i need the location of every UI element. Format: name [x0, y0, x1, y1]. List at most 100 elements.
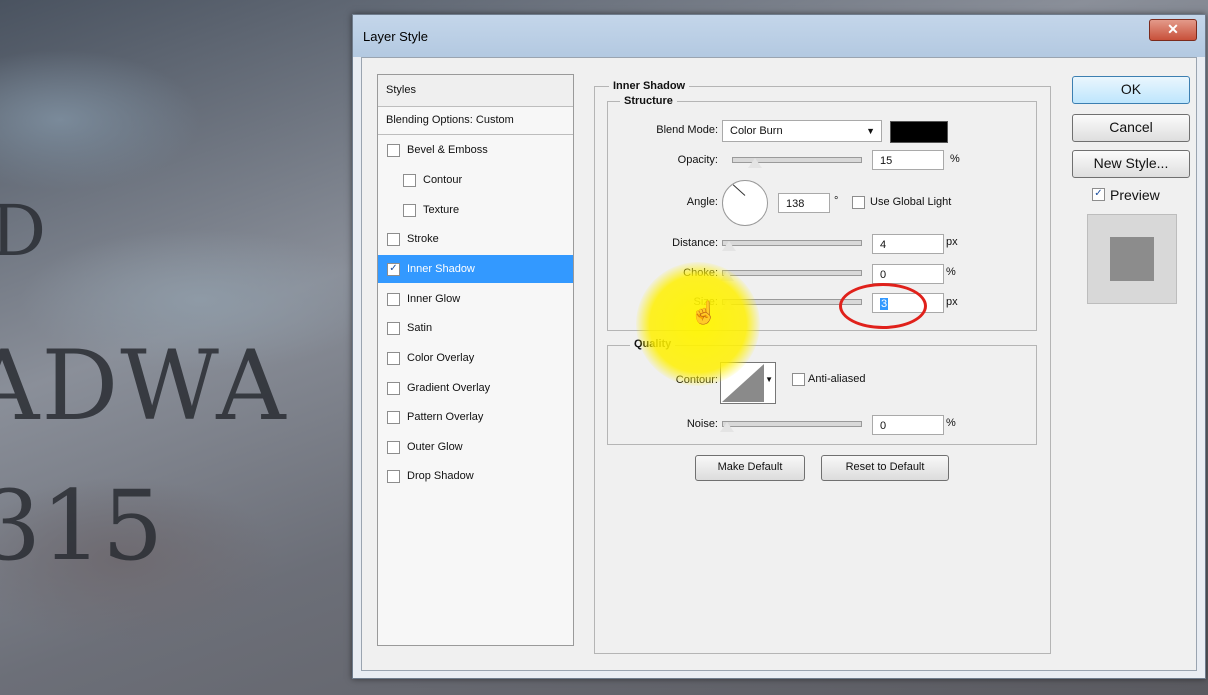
- bevel-emboss-checkbox[interactable]: [387, 144, 400, 157]
- noise-slider[interactable]: [722, 421, 862, 427]
- anti-aliased-checkbox[interactable]: [792, 373, 805, 386]
- opacity-label: Opacity:: [677, 154, 718, 166]
- style-item-gradient-overlay[interactable]: Gradient Overlay: [378, 374, 573, 402]
- preview-label: Preview: [1110, 187, 1160, 203]
- style-item-label: Drop Shadow: [407, 470, 474, 482]
- style-item-contour[interactable]: Contour: [378, 166, 573, 194]
- blend-mode-label: Blend Mode:: [656, 124, 718, 136]
- gradient-overlay-checkbox[interactable]: [387, 382, 400, 395]
- chevron-down-icon: ▼: [866, 126, 875, 136]
- distance-slider[interactable]: [722, 240, 862, 246]
- style-item-bevel-emboss[interactable]: Bevel & Emboss: [378, 136, 573, 164]
- outer-glow-checkbox[interactable]: [387, 441, 400, 454]
- noise-label: Noise:: [686, 418, 718, 430]
- window-title: Layer Style: [363, 29, 429, 44]
- distance-unit: px: [946, 236, 958, 248]
- style-item-label: Inner Glow: [407, 293, 461, 305]
- choke-slider[interactable]: [722, 270, 862, 276]
- inner-shadow-checkbox[interactable]: ✓: [387, 263, 400, 276]
- styles-header-label: Styles: [386, 84, 416, 96]
- close-button[interactable]: ✕: [1149, 19, 1197, 41]
- dialog-body: Styles Blending Options: Custom Bevel & …: [361, 57, 1197, 671]
- title-bar[interactable]: Layer Style ✕: [353, 15, 1205, 57]
- background-text-side: D: [0, 190, 47, 272]
- angle-unit: °: [834, 195, 839, 207]
- distance-input[interactable]: 4: [872, 234, 944, 254]
- opacity-input[interactable]: 15: [872, 150, 944, 170]
- annotation-circle: [839, 283, 927, 329]
- distance-value: 4: [880, 239, 887, 251]
- style-item-drop-shadow[interactable]: Drop Shadow: [378, 462, 573, 490]
- styles-list: Styles Blending Options: Custom Bevel & …: [377, 74, 574, 646]
- angle-dial[interactable]: [722, 180, 768, 226]
- noise-value: 0: [880, 420, 887, 432]
- distance-slider-thumb[interactable]: [722, 241, 736, 251]
- pattern-overlay-checkbox[interactable]: [387, 411, 400, 424]
- blending-options-item[interactable]: Blending Options: Custom: [378, 106, 573, 135]
- style-item-inner-glow[interactable]: Inner Glow: [378, 285, 573, 313]
- opacity-slider-thumb[interactable]: [748, 158, 762, 168]
- choke-input[interactable]: 0: [872, 264, 944, 284]
- close-icon: ✕: [1167, 21, 1179, 37]
- use-global-light-label: Use Global Light: [870, 196, 952, 208]
- contour-checkbox[interactable]: [403, 174, 416, 187]
- style-item-label: Pattern Overlay: [407, 411, 484, 423]
- style-item-stroke[interactable]: Stroke: [378, 225, 573, 253]
- preview-thumbnail: [1087, 214, 1177, 304]
- noise-slider-thumb[interactable]: [720, 422, 734, 432]
- blend-color-swatch[interactable]: [890, 121, 948, 143]
- style-item-label: Stroke: [407, 233, 439, 245]
- blending-options-label: Blending Options: Custom: [386, 114, 514, 126]
- blend-mode-select[interactable]: Color Burn ▼: [722, 120, 882, 142]
- hand-cursor-icon: ☝: [690, 300, 718, 325]
- blend-mode-value: Color Burn: [730, 125, 783, 137]
- style-item-label: Inner Shadow: [407, 263, 475, 275]
- anti-aliased-label: Anti-aliased: [808, 373, 866, 385]
- opacity-unit: %: [950, 153, 960, 165]
- angle-dial-needle: [732, 184, 746, 196]
- styles-header[interactable]: Styles: [378, 75, 573, 107]
- style-item-label: Texture: [423, 204, 460, 216]
- stroke-checkbox[interactable]: [387, 233, 400, 246]
- style-item-label: Outer Glow: [407, 441, 463, 453]
- angle-input[interactable]: 138: [778, 193, 830, 213]
- style-item-label: Bevel & Emboss: [407, 144, 488, 156]
- style-item-texture[interactable]: Texture: [378, 196, 573, 224]
- cancel-button[interactable]: Cancel: [1072, 114, 1190, 142]
- choke-unit: %: [946, 266, 956, 278]
- angle-label: Angle:: [686, 196, 718, 208]
- inner-glow-checkbox[interactable]: [387, 293, 400, 306]
- style-item-label: Color Overlay: [407, 352, 475, 364]
- distance-label: Distance:: [672, 237, 718, 249]
- texture-checkbox[interactable]: [403, 204, 416, 217]
- preview-checkbox[interactable]: ✓: [1092, 188, 1105, 201]
- new-style-button[interactable]: New Style...: [1072, 150, 1190, 178]
- style-item-label: Contour: [423, 174, 463, 186]
- angle-value: 138: [786, 198, 805, 210]
- background-text-line1: ADWA: [0, 330, 288, 442]
- style-item-outer-glow[interactable]: Outer Glow: [378, 433, 573, 461]
- inner-shadow-title: Inner Shadow: [609, 80, 690, 92]
- reset-to-default-button[interactable]: Reset to Default: [821, 455, 949, 481]
- style-item-inner-shadow[interactable]: ✓ Inner Shadow: [378, 255, 573, 283]
- style-item-color-overlay[interactable]: Color Overlay: [378, 344, 573, 372]
- preview-swatch: [1110, 237, 1154, 281]
- ok-button[interactable]: OK: [1072, 76, 1190, 104]
- satin-checkbox[interactable]: [387, 322, 400, 335]
- style-item-label: Satin: [407, 322, 433, 334]
- use-global-light-checkbox[interactable]: [852, 196, 865, 209]
- noise-unit: %: [946, 417, 956, 429]
- make-default-button[interactable]: Make Default: [695, 455, 805, 481]
- size-unit: px: [946, 296, 958, 308]
- drop-shadow-checkbox[interactable]: [387, 470, 400, 483]
- style-item-pattern-overlay[interactable]: Pattern Overlay: [378, 403, 573, 431]
- layer-style-dialog: Layer Style ✕ Styles Blending Options: C…: [352, 14, 1206, 679]
- chevron-down-icon: ▼: [765, 375, 773, 384]
- noise-input[interactable]: 0: [872, 415, 944, 435]
- structure-title: Structure: [620, 95, 677, 107]
- color-overlay-checkbox[interactable]: [387, 352, 400, 365]
- background-text-line2: 315: [0, 470, 164, 582]
- style-item-satin[interactable]: Satin: [378, 314, 573, 342]
- opacity-value: 15: [880, 155, 893, 167]
- style-item-label: Gradient Overlay: [407, 382, 491, 394]
